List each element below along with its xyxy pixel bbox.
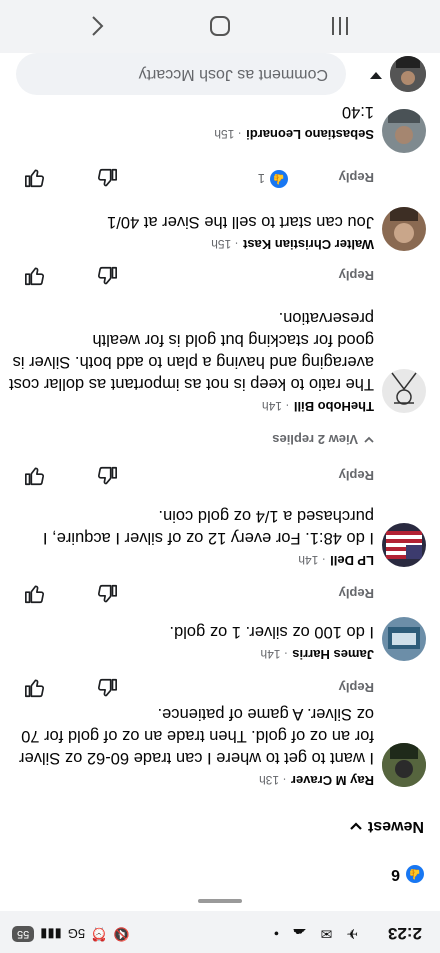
comment-input[interactable]: Comment as Josh Mccarty [16, 53, 346, 95]
user-avatar[interactable] [390, 56, 426, 92]
like-icon: 👍 [406, 865, 424, 883]
sort-label: Newest [367, 818, 424, 835]
chevron-down-icon[interactable] [370, 72, 382, 79]
comment-author[interactable]: Ray M Craver [291, 773, 374, 788]
comment-time: 14h [260, 647, 281, 661]
thumbs-up-icon[interactable] [96, 265, 118, 287]
screen: 2:23 ✈ ✉ ☁ • 🔇 ⏰ 5G ▮▮▮ 55 👍 6 Newest Ra… [0, 0, 440, 953]
battery-icon: 55 [12, 926, 35, 942]
status-bar: 2:23 ✈ ✉ ☁ • 🔇 ⏰ 5G ▮▮▮ 55 [0, 911, 440, 953]
reaction-count: 6 [391, 866, 400, 883]
comment-text: Jou can start to sell the Siver at 40/1 [107, 213, 374, 231]
comment-author[interactable]: James Harris [292, 647, 374, 662]
comment-header: Ray M Craver · 13h [259, 773, 374, 788]
comment-header: Walter Christian Kast · 15h [211, 237, 374, 252]
thumbs-up-icon[interactable] [96, 167, 118, 189]
comment-text: 1:40 [341, 103, 374, 121]
comment-header: Sebastiano Leonardi · 15h [214, 127, 374, 142]
comment-author[interactable]: Walter Christian Kast [243, 237, 374, 252]
reply-button[interactable]: Reply [339, 680, 374, 695]
status-right: 🔇 ⏰ 5G ▮▮▮ 55 [12, 926, 129, 942]
signal-icon: ▮▮▮ [40, 927, 62, 942]
network-type: 5G [67, 926, 86, 942]
thumbs-up-icon[interactable] [96, 465, 118, 487]
comment-time: 14h [298, 553, 319, 567]
reaction-summary[interactable]: 👍 6 [391, 865, 424, 883]
comment-header: LP Dell · 14h [298, 553, 374, 568]
comment-time: 14h [262, 399, 283, 413]
recents-icon[interactable] [328, 15, 352, 37]
view-replies-link[interactable]: View 2 replies [272, 432, 374, 447]
comment-author[interactable]: LP Dell [330, 553, 374, 568]
mute-icon: 🔇 [113, 927, 130, 942]
back-icon[interactable] [90, 15, 106, 37]
comment-reactions[interactable]: 👍 1 [258, 170, 288, 188]
chevron-down-icon [364, 436, 374, 443]
thumbs-up-icon[interactable] [96, 583, 118, 605]
sort-button[interactable]: Newest [350, 817, 424, 835]
avatar[interactable] [382, 109, 426, 153]
like-icon: 👍 [270, 170, 288, 188]
view-replies-label: View 2 replies [272, 432, 358, 447]
thumbs-down-icon[interactable] [24, 677, 46, 699]
sheet-handle[interactable] [198, 899, 242, 903]
thumbs-up-icon[interactable] [96, 677, 118, 699]
thumbs-down-icon[interactable] [24, 265, 46, 287]
comment-reaction-count: 1 [257, 171, 265, 187]
avatar[interactable] [382, 523, 426, 567]
reply-button[interactable]: Reply [339, 170, 374, 185]
comment-time: 15h [214, 127, 235, 141]
comment-header: James Harris · 14h [260, 647, 375, 662]
comment-text: I do 100 oz silver. 1 oz gold. [169, 623, 374, 641]
comment-header: TheHobo Bill · 14h [262, 399, 374, 414]
comment-text: I want to get to where I can trade 60-62… [19, 705, 374, 767]
notification-icons: ✈ ✉ ☁ • [268, 926, 358, 942]
comment-time: 13h [259, 773, 280, 787]
comment-author[interactable]: TheHobo Bill [294, 399, 374, 414]
status-time: 2:23 [387, 924, 422, 943]
chevron-down-icon [350, 822, 362, 830]
reply-button[interactable]: Reply [339, 268, 374, 283]
avatar[interactable] [382, 369, 426, 413]
reply-button[interactable]: Reply [339, 468, 374, 483]
home-icon[interactable] [208, 14, 232, 38]
thumbs-down-icon[interactable] [24, 465, 46, 487]
avatar[interactable] [382, 617, 426, 661]
thumbs-down-icon[interactable] [24, 583, 46, 605]
comment-text: The ratio to keep is not as important as… [8, 309, 374, 393]
avatar[interactable] [382, 743, 426, 787]
reply-button[interactable]: Reply [339, 586, 374, 601]
navigation-bar [0, 0, 440, 53]
comment-author[interactable]: Sebastiano Leonardi [246, 127, 374, 142]
thumbs-down-icon[interactable] [24, 167, 46, 189]
comment-time: 15h [211, 237, 232, 251]
alarm-icon: ⏰ [91, 927, 108, 942]
comment-text: I do 48:1. For every 12 oz of silver I a… [42, 507, 374, 547]
avatar[interactable] [382, 207, 426, 251]
